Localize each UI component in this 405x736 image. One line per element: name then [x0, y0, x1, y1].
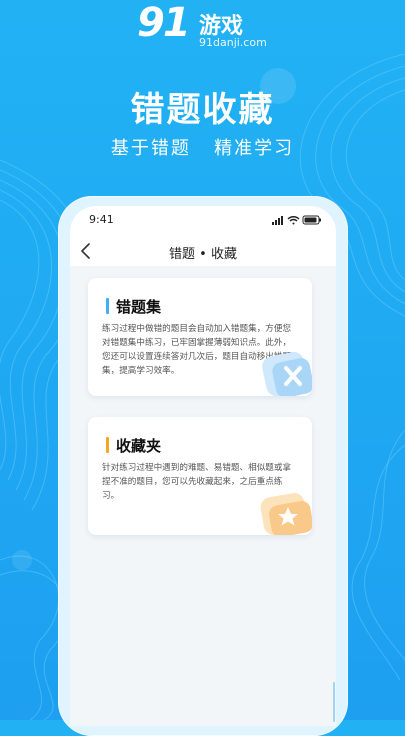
- card-title: 收藏夹: [116, 437, 162, 455]
- accent-bar: [106, 437, 109, 453]
- promo-headline: 错题收藏: [130, 90, 275, 130]
- status-time: 9:41: [89, 213, 114, 226]
- close-badge-icon: [262, 351, 312, 396]
- scrollbar[interactable]: [333, 682, 335, 722]
- battery-icon: [302, 215, 321, 225]
- promo-subline: 基于错题 精准学习: [110, 138, 295, 159]
- nav-title: 错题 • 收藏: [169, 247, 237, 262]
- wifi-icon: [287, 216, 300, 225]
- status-bar: 9:41: [70, 206, 336, 232]
- signal-icon: [272, 216, 283, 225]
- brand-number: 91: [137, 0, 191, 46]
- brand-domain: 91danji.com: [199, 36, 267, 49]
- card-title: 错题集: [116, 298, 162, 316]
- brand-logo: 91 游戏 91danji.com: [135, 0, 285, 54]
- status-icons: [272, 215, 321, 225]
- favorites-card[interactable]: 收藏夹 针对练习过程中遇到的难题、易错题、相似题或拿捏不准的题目，您可以先收藏起…: [88, 417, 312, 535]
- wrong-questions-card[interactable]: 错题集 练习过程中做错的题目会自动加入错题集，方便您对错题集中练习，已牢固掌握薄…: [88, 278, 312, 396]
- phone-screen: 9:41 错题 • 收藏 错题集 练习过程中做错的题目会自动加入错题集，方便您对…: [70, 206, 336, 726]
- accent-bar: [106, 298, 109, 314]
- star-folder-icon: [260, 493, 312, 535]
